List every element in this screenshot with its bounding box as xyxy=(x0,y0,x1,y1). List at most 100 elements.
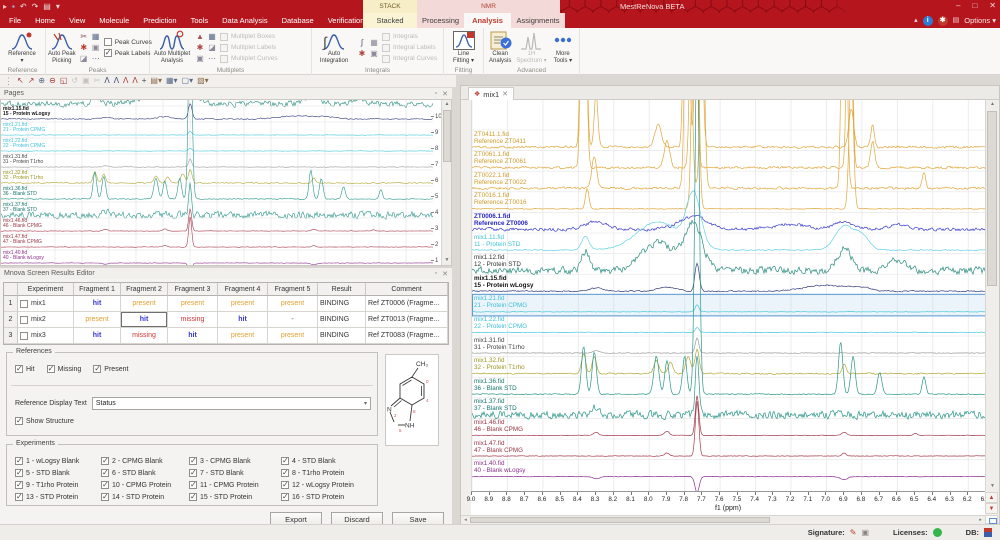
experiment-checkbox-11[interactable]: 11 - CPMG Protein xyxy=(189,481,281,489)
tab-processing[interactable]: Processing xyxy=(417,13,464,28)
menu-tools[interactable]: Tools xyxy=(184,13,216,28)
database-status-icon[interactable] xyxy=(984,528,992,537)
save-icon[interactable]: ▪ xyxy=(12,1,15,12)
multiplet-merge-icon[interactable]: ◪ xyxy=(206,42,218,53)
quick-access-dropdown-icon[interactable]: ▾ xyxy=(56,1,60,12)
tab-stacked[interactable]: Stacked xyxy=(363,13,417,28)
increase-intensity-icon[interactable]: ▲ xyxy=(985,492,998,503)
document-tab-mix1[interactable]: ❖ mix1 ✕ xyxy=(468,87,514,100)
integral-manual-icon[interactable]: ∫ xyxy=(356,37,368,48)
experiment-checkbox-7[interactable]: 7 - STD Blank xyxy=(189,469,281,477)
restore-button[interactable]: □ xyxy=(972,0,977,12)
experiment-checkbox-5[interactable]: 5 - STD Blank xyxy=(15,469,101,477)
experiment-cell[interactable]: mix1 xyxy=(18,296,74,312)
trace-label-ZT0016-1-fid[interactable]: ZT0016.1.fidReference ZT0016 xyxy=(474,192,527,206)
zoom-region-icon[interactable]: ◱ xyxy=(60,75,68,87)
float-panel-icon[interactable]: ▫ xyxy=(435,270,437,277)
close-button[interactable]: ✕ xyxy=(989,0,996,12)
fragment-cell[interactable]: present xyxy=(218,296,268,312)
fragment-cell[interactable]: hit xyxy=(74,296,121,312)
options-button[interactable]: Options ▾ xyxy=(964,16,996,25)
integral-options-icon[interactable]: ▣ xyxy=(368,48,380,59)
experiment-checkbox-9[interactable]: 9 - T1rho Protein xyxy=(15,481,101,489)
minimize-button[interactable]: – xyxy=(956,0,960,12)
peak-curves-checkbox[interactable]: Peak Curves xyxy=(104,38,152,46)
experiment-checkbox-2[interactable]: 2 - CPMG Blank xyxy=(101,457,189,465)
scroll-up-icon[interactable]: ▲ xyxy=(986,100,999,109)
scrollbar-thumb[interactable] xyxy=(987,111,997,286)
region-select-icon[interactable]: ↗ xyxy=(28,75,35,87)
present-filter-checkbox[interactable]: Present xyxy=(93,365,128,373)
pick-peaks-manually-icon[interactable]: ✂ xyxy=(78,31,90,42)
increase-intensity-icon[interactable]: Λ xyxy=(123,75,128,87)
fit-vertically-icon[interactable]: Λ xyxy=(114,75,119,87)
trace-label-ZT0061-1-fid[interactable]: ZT0061.1.fidReference ZT0061 xyxy=(474,151,527,165)
multiplet-edit-icon[interactable]: ▣ xyxy=(194,53,206,64)
experiment-checkbox-4[interactable]: 4 - STD Blank xyxy=(281,457,373,465)
peak-table-icon[interactable]: ▦ xyxy=(90,31,102,42)
fragment-cell[interactable]: hit xyxy=(74,328,121,344)
select-icon[interactable]: ↖ xyxy=(17,75,24,87)
fragment-cell[interactable]: present xyxy=(268,328,318,344)
clean-analysis-button[interactable]: CleanAnalysis xyxy=(486,29,514,66)
auto-integration-button[interactable]: ∫AutoIntegration xyxy=(314,29,354,66)
scroll-left-icon[interactable]: ◂ xyxy=(461,516,470,524)
more-tools-button[interactable]: MoreTools ▾ xyxy=(549,29,577,66)
fragment-cell[interactable]: hit xyxy=(168,328,218,344)
trace-label-mix1-22-fid[interactable]: mix1.22.fid22 - Protein CPMG xyxy=(474,316,527,330)
zoom-out-icon[interactable]: ⊖ xyxy=(49,75,56,87)
auto-multiplet-analysis-button[interactable]: Auto MultipletAnalysis xyxy=(152,29,192,66)
undo-icon[interactable]: ↶ xyxy=(20,1,27,12)
float-panel-icon[interactable]: ▫ xyxy=(435,90,437,97)
trace-label-ZT0006-1-fid[interactable]: ZT0006.1.fidReference ZT0006 xyxy=(474,213,528,227)
experiment-checkbox-16[interactable]: 16 - STD Protein xyxy=(281,493,373,501)
trace-label-mix1-47-fid[interactable]: mix1.47.fid47 - Blank CPMG xyxy=(474,440,523,454)
fragment-cell[interactable]: present xyxy=(168,296,218,312)
info-icon[interactable]: i xyxy=(923,16,933,26)
tab-assignments[interactable]: Assignments xyxy=(511,13,565,28)
trace-label-ZT0411-1-fid[interactable]: ZT0411.1.fidReference ZT0411 xyxy=(474,131,526,145)
menu-file[interactable]: File xyxy=(2,13,28,28)
trace-label-mix1-40-fid[interactable]: mix1.40.fid40 - Blank wLogsy xyxy=(474,460,525,474)
scroll-right-icon[interactable]: ▸ xyxy=(976,516,985,524)
experiment-checkbox-15[interactable]: 15 - STD Protein xyxy=(189,493,281,501)
whitespace-icon[interactable]: ▢▾ xyxy=(182,75,194,87)
trace-label-mix1-46-fid[interactable]: mix1.46.fid46 - Blank CPMG xyxy=(474,419,523,433)
trace-label-mix1-21-fid[interactable]: mix1.21.fid21 - Protein CPMG xyxy=(474,295,527,309)
license-status-icon[interactable] xyxy=(933,528,942,537)
multiplet-pick-icon[interactable]: ▲ xyxy=(194,31,206,42)
vertical-scrollbar[interactable]: ▲ ▼ xyxy=(985,100,998,491)
experiment-checkbox-6[interactable]: 6 - STD Blank xyxy=(101,469,189,477)
multiplet-report-icon[interactable]: ⋯ xyxy=(206,53,218,64)
integral-table-icon[interactable]: ▦ xyxy=(368,37,380,48)
fragment-cell[interactable]: - xyxy=(268,312,318,328)
pages-preview[interactable]: mix1.15.fid15 - Protein wLogsymix1.21.fi… xyxy=(0,99,452,266)
crosshair-icon[interactable]: + xyxy=(142,75,147,87)
fragment-cell[interactable]: present xyxy=(218,328,268,344)
integral-delete-icon[interactable]: ✱ xyxy=(356,48,368,59)
spectrum-1h-button[interactable]: 1HSpectrum ▾ xyxy=(516,29,546,66)
peak-labels-checkbox[interactable]: Peak Labels xyxy=(104,49,152,57)
menu-molecule[interactable]: Molecule xyxy=(92,13,136,28)
page-setup-icon[interactable]: ▧▾ xyxy=(197,75,209,87)
fragment-cell[interactable]: present xyxy=(121,296,168,312)
peaks-more-icon[interactable]: ⋯ xyxy=(90,53,102,64)
line-fitting-button[interactable]: LineFitting ▾ xyxy=(446,29,481,66)
horizontal-scrollbar[interactable]: ◂ ▸ xyxy=(461,515,985,524)
trace-label-ZT0022-1-fid[interactable]: ZT0022.1.fidReference ZT0022 xyxy=(474,172,527,186)
close-tab-icon[interactable]: ✕ xyxy=(502,90,508,98)
hit-filter-checkbox[interactable]: Hit xyxy=(15,365,35,373)
tab-analysis[interactable]: Analysis xyxy=(464,13,511,28)
experiment-checkbox-14[interactable]: 14 - STD Protein xyxy=(101,493,189,501)
trace-label-mix1-15-fid[interactable]: mix1.15.fid15 - Protein wLogsy xyxy=(474,275,533,289)
signature-status-icon[interactable]: ✎ xyxy=(850,528,857,538)
menu-prediction[interactable]: Prediction xyxy=(136,13,183,28)
fragment-cell[interactable]: missing xyxy=(121,328,168,344)
experiment-checkbox[interactable] xyxy=(20,316,28,324)
experiment-checkbox[interactable] xyxy=(20,332,28,340)
delete-peaks-icon[interactable]: ✱ xyxy=(78,42,90,53)
trace-label-mix1-37-fid[interactable]: mix1.37.fid37 - Blank STD xyxy=(474,398,517,412)
experiment-checkbox-10[interactable]: 10 - CPMG Protein xyxy=(101,481,189,489)
tile-mode-icon[interactable]: ▦▾ xyxy=(166,75,178,87)
experiment-checkbox[interactable] xyxy=(20,300,28,308)
